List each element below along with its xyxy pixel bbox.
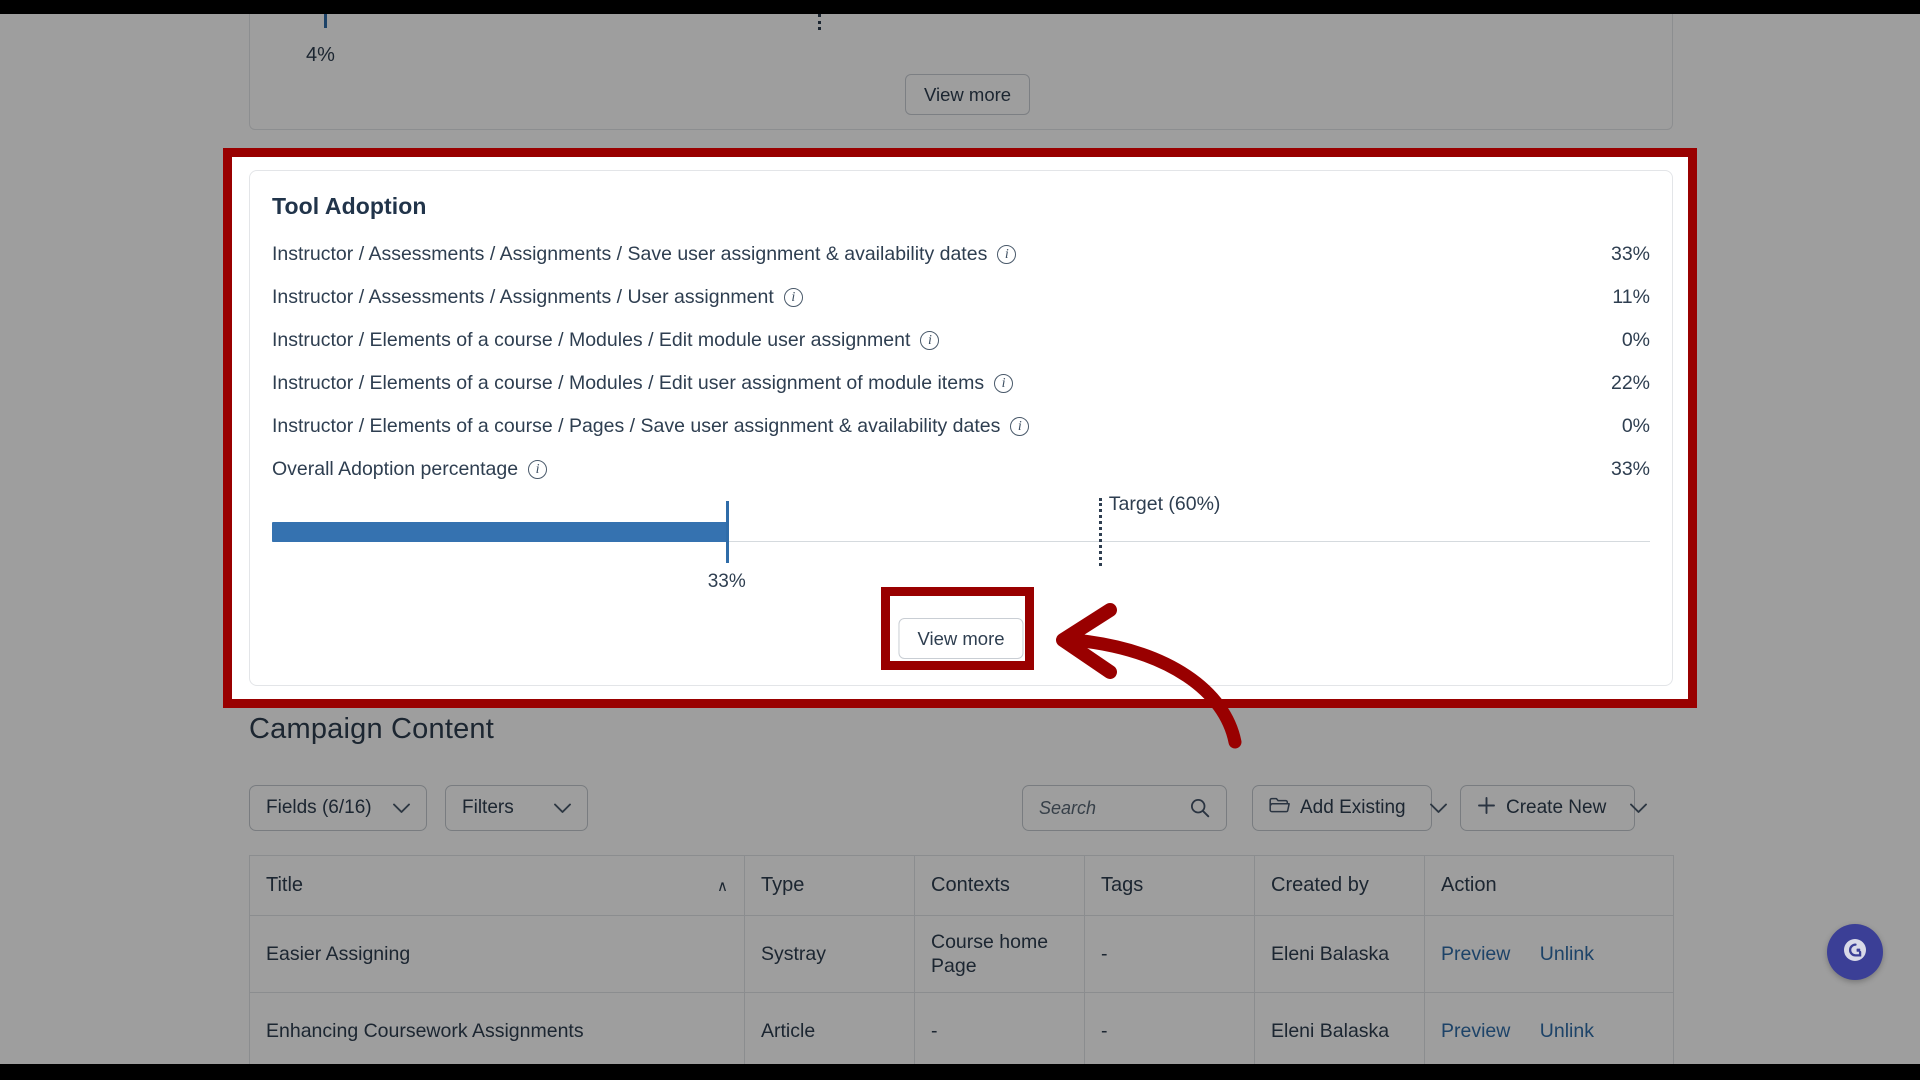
black-bar-bottom (0, 1064, 1920, 1080)
chevron-down-icon (540, 803, 571, 814)
add-existing-label: Add Existing (1300, 797, 1406, 818)
column-header-type[interactable]: Type (744, 855, 915, 916)
campaign-content-toolbar: Fields (6/16) Filters Search Add Existin… (249, 785, 1673, 833)
black-bar-top (0, 0, 1920, 14)
chevron-down-icon (1616, 803, 1648, 814)
cell-type: Systray (744, 915, 915, 993)
cell-created-by: Eleni Balaska (1254, 915, 1425, 993)
chat-widget-button[interactable] (1827, 924, 1883, 980)
create-new-button[interactable]: Create New (1460, 785, 1648, 831)
cell-type: Article (744, 992, 915, 1070)
top-card-view-more-label: View more (905, 74, 1031, 115)
unlink-link[interactable]: Unlink (1540, 943, 1594, 965)
campaign-content-title: Campaign Content (249, 713, 495, 745)
column-header-title[interactable]: Title ∧ (249, 855, 745, 916)
screen: 4% View more Tool Adoption Instructor / … (0, 0, 1920, 1080)
fields-dropdown-label: Fields (6/16) (266, 797, 372, 818)
campaign-content-table: Title ∧ Type Contexts Tags Created by Ac… (249, 855, 1674, 1070)
table-header: Title ∧ Type Contexts Tags Created by Ac… (249, 855, 1674, 916)
search-icon[interactable] (1176, 798, 1210, 818)
column-header-title-label: Title (266, 874, 304, 896)
create-new-label: Create New (1506, 797, 1607, 818)
cell-contexts: Course home Page (914, 915, 1085, 993)
cell-created-by: Eleni Balaska (1254, 992, 1425, 1070)
column-header-tags[interactable]: Tags (1084, 855, 1255, 916)
column-header-contexts[interactable]: Contexts (914, 855, 1085, 916)
table-header-row: Title ∧ Type Contexts Tags Created by Ac… (249, 855, 1674, 916)
plus-icon (1477, 796, 1496, 821)
top-card-target-line (818, 14, 821, 30)
chat-bubble-icon (1840, 935, 1870, 970)
cell-tags: - (1084, 992, 1255, 1070)
preview-link[interactable]: Preview (1441, 1020, 1510, 1042)
column-header-action: Action (1424, 855, 1674, 916)
sort-ascending-icon[interactable]: ∧ (717, 877, 728, 895)
preview-link[interactable]: Preview (1441, 943, 1510, 965)
top-card-view-more-button[interactable]: View more (905, 74, 1031, 115)
cell-action: Preview Unlink (1424, 915, 1674, 993)
highlight-box-view-more (881, 587, 1034, 670)
top-card-bar-label: 4% (306, 44, 335, 66)
previous-adoption-card: 4% View more (249, 14, 1673, 130)
cell-contexts: - (914, 992, 1085, 1070)
add-existing-button[interactable]: Add Existing (1252, 785, 1447, 831)
chevron-down-icon (1416, 803, 1447, 814)
search-input[interactable] (1039, 797, 1174, 819)
cell-contexts-text: Course home Page (931, 930, 1049, 977)
fields-dropdown[interactable]: Fields (6/16) (249, 785, 427, 831)
cell-title: Easier Assigning (249, 915, 745, 993)
unlink-link[interactable]: Unlink (1540, 1020, 1594, 1042)
filters-dropdown[interactable]: Filters (445, 785, 588, 831)
table-body: Easier Assigning Systray Course home Pag… (249, 915, 1674, 1070)
filters-dropdown-label: Filters (462, 797, 514, 818)
cell-action: Preview Unlink (1424, 992, 1674, 1070)
top-card-bar-marker (324, 14, 327, 28)
table-row[interactable]: Enhancing Coursework Assignments Article… (249, 992, 1674, 1070)
cell-tags: - (1084, 915, 1255, 993)
cell-title: Enhancing Coursework Assignments (249, 992, 745, 1070)
column-header-created-by[interactable]: Created by (1254, 855, 1425, 916)
chevron-down-icon (379, 803, 410, 814)
folder-icon (1269, 796, 1290, 820)
table-row[interactable]: Easier Assigning Systray Course home Pag… (249, 915, 1674, 993)
search-box[interactable] (1022, 785, 1227, 831)
